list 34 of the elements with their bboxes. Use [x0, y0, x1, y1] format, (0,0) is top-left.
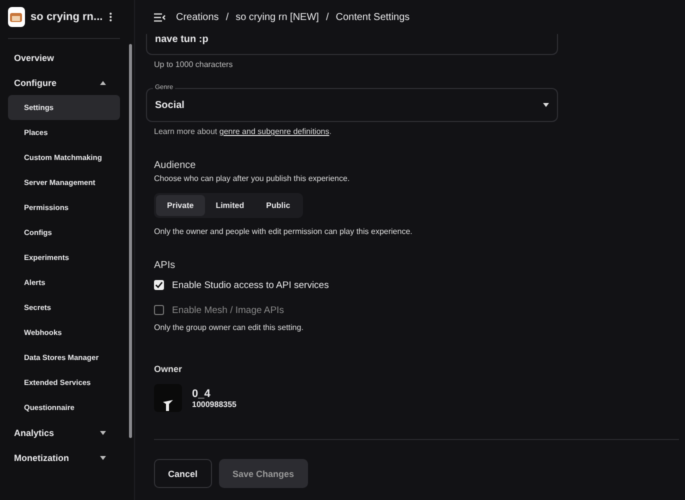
- apis-note: Only the group owner can edit this setting.: [154, 323, 304, 332]
- breadcrumb-separator: /: [326, 12, 329, 22]
- audience-option[interactable]: Limited: [204, 195, 256, 216]
- audience-option[interactable]: Public: [255, 195, 302, 216]
- action-button[interactable]: Cancel: [154, 459, 212, 488]
- breadcrumb-link[interactable]: Creations: [176, 12, 219, 22]
- nav-section[interactable]: Overview: [8, 45, 126, 70]
- owner-heading: Owner: [154, 364, 184, 374]
- genre-help-text: Learn more about genre and subgenre definitions.: [154, 127, 332, 136]
- genre-definitions-link[interactable]: genre and subgenre definitions: [219, 127, 330, 136]
- owner-avatar: [154, 384, 182, 412]
- audience-note: Only the owner and people with edit permission can play this experience.: [154, 227, 414, 236]
- owner-name: 0_4: [192, 388, 212, 400]
- audience-option[interactable]: Private: [156, 195, 205, 216]
- checkbox-label: Enable Studio access to API services: [172, 280, 329, 290]
- description-field[interactable]: nave tun :p: [146, 34, 558, 55]
- nav-section[interactable]: Monetization: [8, 445, 126, 470]
- nav-section[interactable]: Configure: [8, 70, 126, 95]
- character-limit-hint: Up to 1000 characters: [154, 60, 234, 69]
- scrollbar[interactable]: [129, 44, 132, 438]
- breadcrumb-separator: /: [226, 12, 229, 22]
- dropdown-caret-icon: [543, 103, 549, 107]
- more-options-icon[interactable]: [108, 11, 112, 23]
- audience-description: Choose who can play after you publish this experience.: [154, 174, 351, 183]
- experience-thumbnail[interactable]: [8, 7, 25, 27]
- checkbox[interactable]: [154, 280, 164, 290]
- breadcrumb-link[interactable]: so crying rn [NEW]: [236, 12, 319, 22]
- collapse-menu-icon[interactable]: [154, 12, 166, 22]
- apis-heading: APIs: [154, 260, 176, 271]
- audience-heading: Audience: [154, 160, 197, 171]
- nav-section[interactable]: Analytics: [8, 420, 126, 445]
- experience-name[interactable]: so crying rn...: [30, 11, 103, 23]
- owner-id: 1000988355: [192, 400, 236, 408]
- checkbox-label: Enable Mesh / Image APIs: [172, 304, 284, 316]
